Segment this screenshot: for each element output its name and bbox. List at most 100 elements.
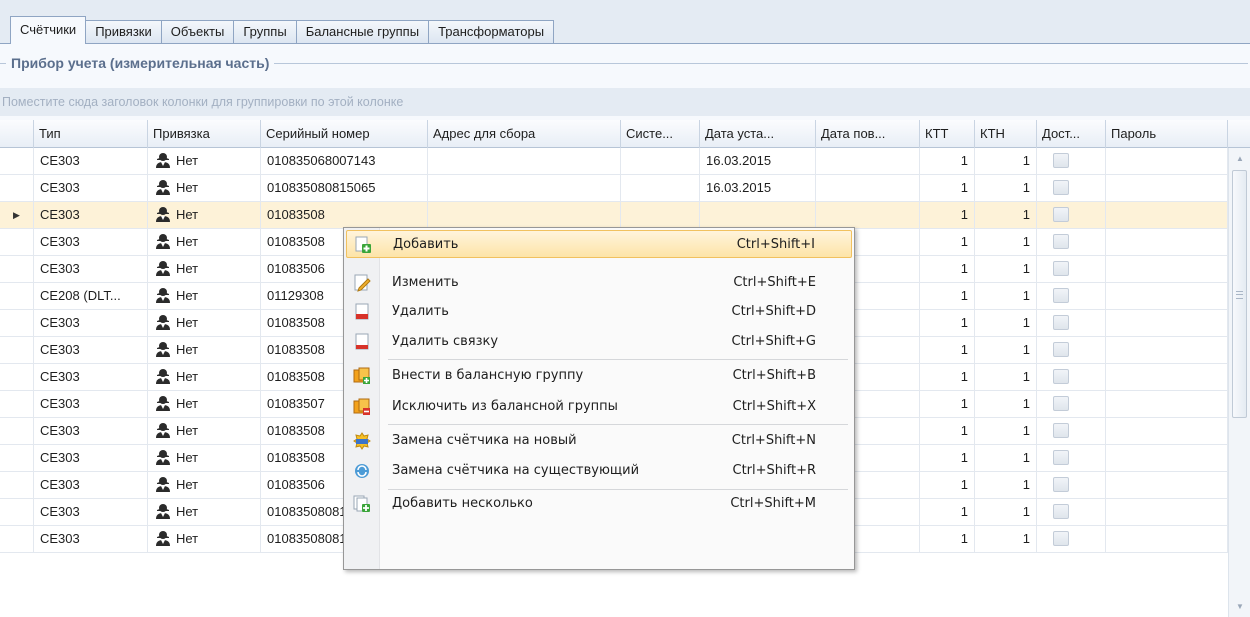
cell-password[interactable] xyxy=(1106,445,1228,471)
tab-bindings[interactable]: Привязки xyxy=(85,20,162,44)
tab-balance-groups[interactable]: Балансные группы xyxy=(295,20,430,44)
cell-binding[interactable]: Нет xyxy=(148,337,261,363)
row-indicator[interactable] xyxy=(0,364,34,390)
cell-type[interactable]: CE303 xyxy=(34,418,148,444)
column-header-serial[interactable]: Серийный номер xyxy=(261,120,428,148)
cell-binding[interactable]: Нет xyxy=(148,256,261,282)
tab-objects[interactable]: Объекты xyxy=(160,20,235,44)
cell-binding[interactable]: Нет xyxy=(148,499,261,525)
column-header-binding[interactable]: Привязка xyxy=(148,120,261,148)
row-indicator[interactable] xyxy=(0,526,34,552)
access-checkbox[interactable] xyxy=(1053,234,1069,249)
cell-access[interactable] xyxy=(1037,256,1106,282)
row-indicator[interactable] xyxy=(0,175,34,201)
cell-access[interactable] xyxy=(1037,418,1106,444)
scroll-thumb[interactable] xyxy=(1232,170,1247,418)
row-indicator[interactable] xyxy=(0,310,34,336)
cell-access[interactable] xyxy=(1037,391,1106,417)
cell-type[interactable]: CE303 xyxy=(34,445,148,471)
cell-address[interactable] xyxy=(428,175,621,201)
menu-item-1[interactable]: Добавить Ctrl+Shift+I xyxy=(346,230,852,258)
scroll-up-icon[interactable]: ▲ xyxy=(1229,150,1250,168)
cell-install-date[interactable]: 16.03.2015 xyxy=(700,175,816,201)
cell-type[interactable]: CE303 xyxy=(34,202,148,228)
cell-ktn[interactable]: 1 xyxy=(975,418,1037,444)
row-indicator[interactable] xyxy=(0,148,34,174)
cell-password[interactable] xyxy=(1106,310,1228,336)
cell-verify-date[interactable] xyxy=(816,202,920,228)
table-row[interactable]: CE303 Нет 010835080815065 16.03.2015 1 1 xyxy=(0,175,1228,202)
cell-ktn[interactable]: 1 xyxy=(975,283,1037,309)
cell-type[interactable]: CE303 xyxy=(34,472,148,498)
cell-type[interactable]: CE303 xyxy=(34,310,148,336)
cell-system[interactable] xyxy=(621,202,700,228)
column-header-ktn[interactable]: КТН xyxy=(975,120,1037,148)
cell-verify-date[interactable] xyxy=(816,175,920,201)
cell-ktt[interactable]: 1 xyxy=(920,148,975,174)
cell-ktn[interactable]: 1 xyxy=(975,310,1037,336)
cell-access[interactable] xyxy=(1037,310,1106,336)
row-indicator[interactable] xyxy=(0,337,34,363)
cell-ktt[interactable]: 1 xyxy=(920,499,975,525)
cell-password[interactable] xyxy=(1106,499,1228,525)
access-checkbox[interactable] xyxy=(1053,396,1069,411)
menu-item-8[interactable]: Замена счётчика на существующий Ctrl+Shif… xyxy=(346,457,852,485)
cell-password[interactable] xyxy=(1106,229,1228,255)
row-indicator[interactable] xyxy=(0,283,34,309)
access-checkbox[interactable] xyxy=(1053,342,1069,357)
table-row[interactable]: CE303 Нет 010835068007143 16.03.2015 1 1 xyxy=(0,148,1228,175)
cell-ktt[interactable]: 1 xyxy=(920,202,975,228)
cell-address[interactable] xyxy=(428,148,621,174)
cell-type[interactable]: CE303 xyxy=(34,391,148,417)
row-indicator[interactable] xyxy=(0,418,34,444)
cell-ktn[interactable]: 1 xyxy=(975,229,1037,255)
cell-system[interactable] xyxy=(621,175,700,201)
menu-item-6[interactable]: Исключить из балансной группы Ctrl+Shift+… xyxy=(346,393,852,421)
cell-ktt[interactable]: 1 xyxy=(920,256,975,282)
cell-ktt[interactable]: 1 xyxy=(920,175,975,201)
cell-binding[interactable]: Нет xyxy=(148,175,261,201)
cell-binding[interactable]: Нет xyxy=(148,526,261,552)
column-header-type[interactable]: Тип xyxy=(34,120,148,148)
access-checkbox[interactable] xyxy=(1053,504,1069,519)
cell-binding[interactable]: Нет xyxy=(148,364,261,390)
table-row[interactable]: ▶ CE303 Нет 01083508 1 1 xyxy=(0,202,1228,229)
cell-access[interactable] xyxy=(1037,175,1106,201)
cell-password[interactable] xyxy=(1106,256,1228,282)
cell-ktt[interactable]: 1 xyxy=(920,445,975,471)
cell-type[interactable]: CE303 xyxy=(34,229,148,255)
access-checkbox[interactable] xyxy=(1053,531,1069,546)
menu-item-4[interactable]: Удалить связку Ctrl+Shift+G xyxy=(346,328,852,356)
access-checkbox[interactable] xyxy=(1053,369,1069,384)
access-checkbox[interactable] xyxy=(1053,180,1069,195)
cell-access[interactable] xyxy=(1037,229,1106,255)
cell-ktn[interactable]: 1 xyxy=(975,499,1037,525)
cell-binding[interactable]: Нет xyxy=(148,418,261,444)
access-checkbox[interactable] xyxy=(1053,315,1069,330)
row-indicator[interactable] xyxy=(0,445,34,471)
cell-ktn[interactable]: 1 xyxy=(975,526,1037,552)
cell-type[interactable]: CE303 xyxy=(34,499,148,525)
cell-ktt[interactable]: 1 xyxy=(920,418,975,444)
access-checkbox[interactable] xyxy=(1053,153,1069,168)
access-checkbox[interactable] xyxy=(1053,207,1069,222)
cell-access[interactable] xyxy=(1037,526,1106,552)
column-header-password[interactable]: Пароль xyxy=(1106,120,1228,148)
scroll-down-icon[interactable]: ▼ xyxy=(1229,598,1250,616)
menu-item-9[interactable]: Добавить несколько Ctrl+Shift+M xyxy=(346,490,852,518)
cell-ktt[interactable]: 1 xyxy=(920,283,975,309)
cell-ktn[interactable]: 1 xyxy=(975,175,1037,201)
cell-access[interactable] xyxy=(1037,283,1106,309)
cell-ktn[interactable]: 1 xyxy=(975,256,1037,282)
cell-ktn[interactable]: 1 xyxy=(975,445,1037,471)
access-checkbox[interactable] xyxy=(1053,423,1069,438)
cell-serial[interactable]: 010835068007143 xyxy=(261,148,428,174)
cell-type[interactable]: CE303 xyxy=(34,175,148,201)
tab-groups[interactable]: Группы xyxy=(233,20,297,44)
cell-binding[interactable]: Нет xyxy=(148,310,261,336)
cell-password[interactable] xyxy=(1106,202,1228,228)
cell-password[interactable] xyxy=(1106,418,1228,444)
row-indicator[interactable] xyxy=(0,229,34,255)
row-indicator[interactable]: ▶ xyxy=(0,202,34,228)
cell-ktt[interactable]: 1 xyxy=(920,337,975,363)
